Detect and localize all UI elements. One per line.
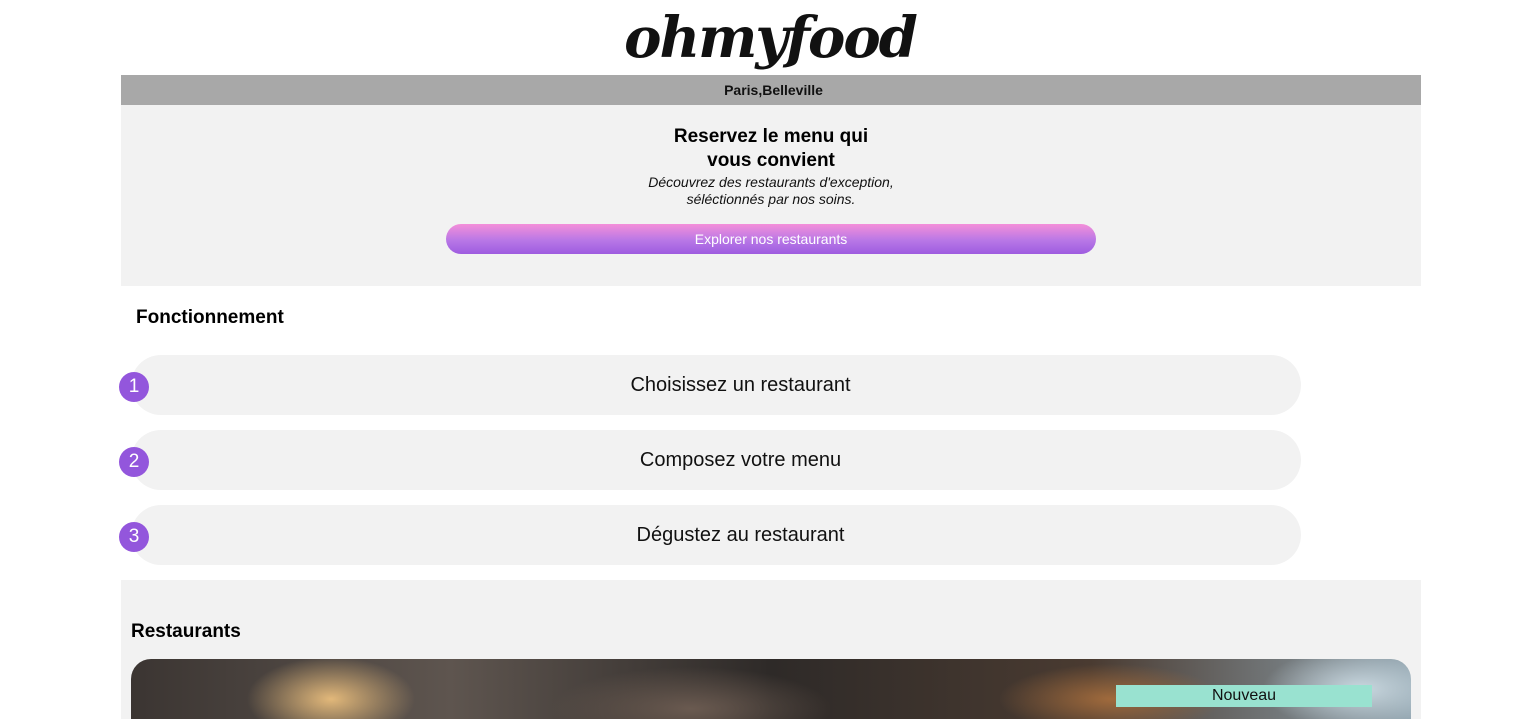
restaurants-title: Restaurants	[131, 621, 241, 642]
step-label: Dégustez au restaurant	[636, 523, 845, 546]
step-number-badge: 1	[119, 372, 149, 402]
hero-section: Reservez le menu qui vous convient Décou…	[121, 105, 1421, 286]
step-number-badge: 3	[119, 522, 149, 552]
fonctionnement-title: Fonctionnement	[136, 307, 284, 328]
step-eat-at-restaurant: Dégustez au restaurant	[131, 505, 1301, 565]
hero-subtitle: Découvrez des restaurants d'exception, s…	[648, 174, 894, 207]
step-number-badge: 2	[119, 447, 149, 477]
new-badge: Nouveau	[1116, 685, 1372, 707]
explore-restaurants-button[interactable]: Explorer nos restaurants	[446, 224, 1096, 254]
location-bar: Paris,Belleville	[121, 75, 1421, 105]
hero-title: Reservez le menu qui vous convient	[673, 126, 869, 171]
logo[interactable]: ohmyfood	[0, 4, 1540, 72]
step-label: Choisissez un restaurant	[630, 373, 851, 396]
step-compose-menu: Composez votre menu	[131, 430, 1301, 490]
location-text: Paris,Belleville	[724, 82, 823, 98]
step-label: Composez votre menu	[639, 448, 842, 471]
step-choose-restaurant: Choisissez un restaurant	[131, 355, 1301, 415]
